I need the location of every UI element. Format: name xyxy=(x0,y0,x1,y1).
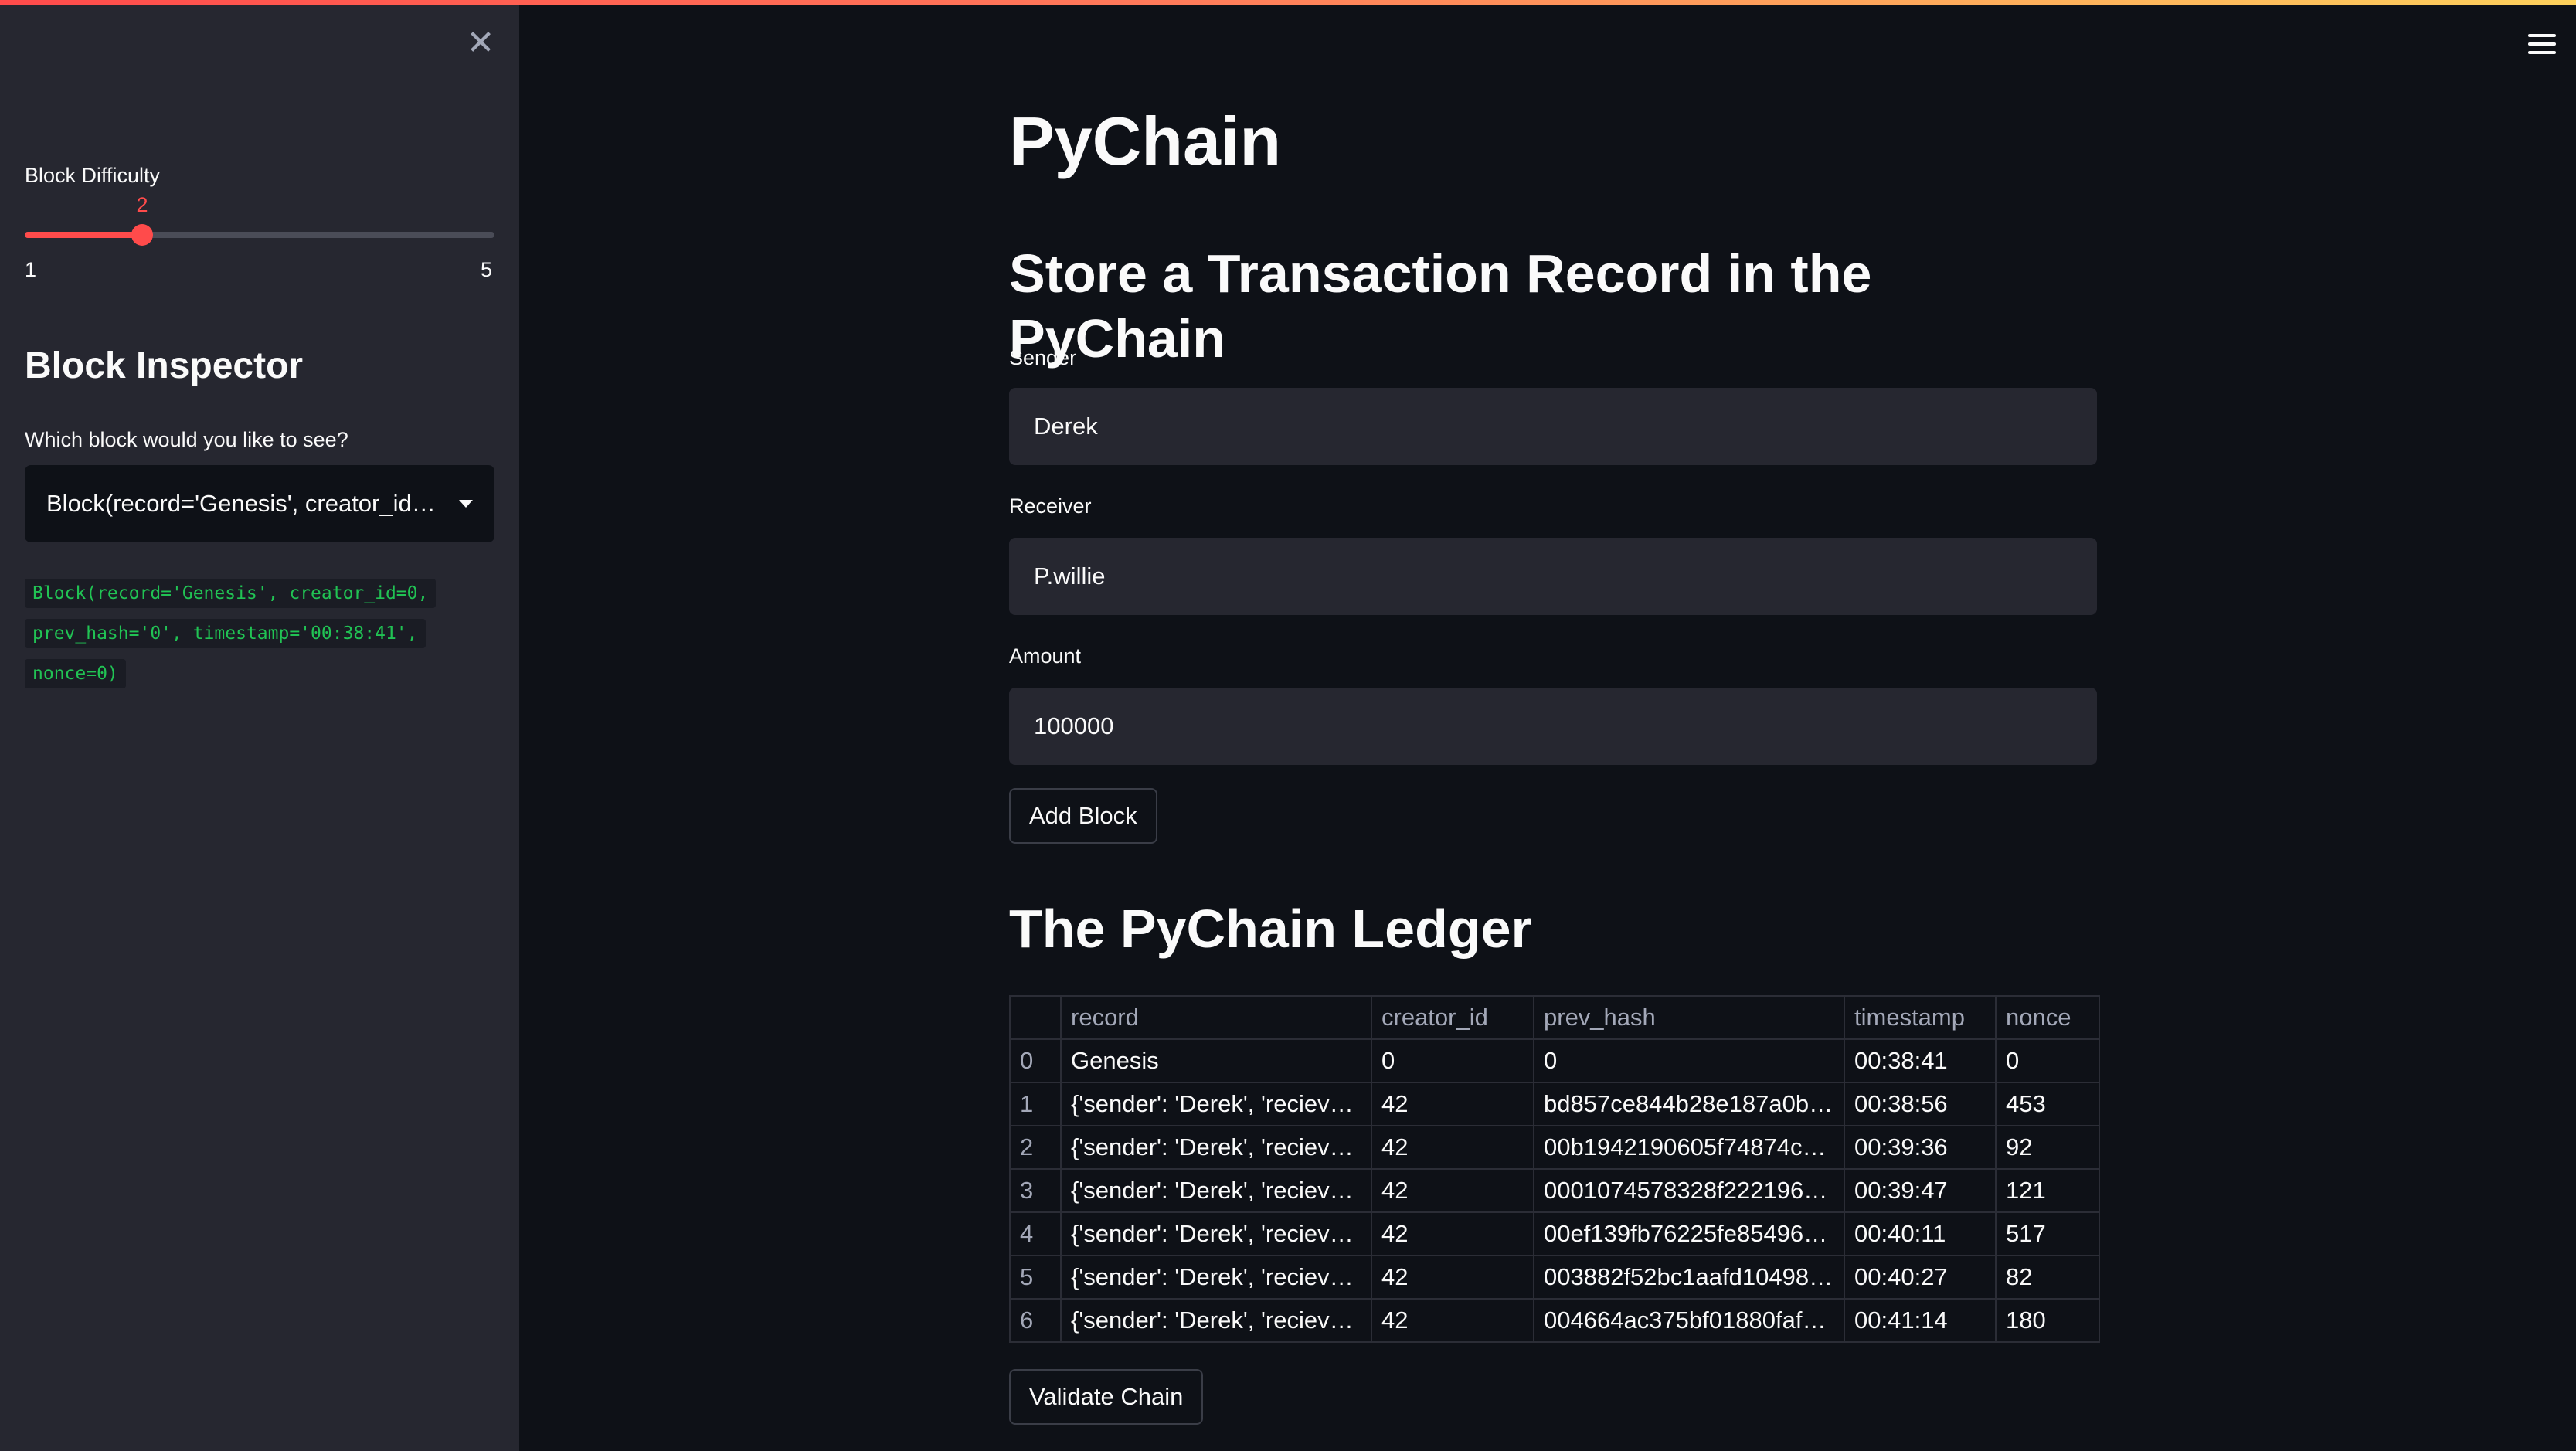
table-cell: 0001074578328f2221968f… xyxy=(1533,1168,1845,1213)
table-cell: 92 xyxy=(1995,1125,2100,1170)
table-cell: 4 xyxy=(1009,1211,1062,1256)
sidebar: ✕ Block Difficulty 2 1 5 Block Inspector… xyxy=(0,5,519,1451)
table-cell: 0 xyxy=(1995,1038,2100,1083)
table-cell: 00:38:41 xyxy=(1844,1038,1997,1083)
table-cell: 00:41:14 xyxy=(1844,1298,1997,1343)
table-cell: 0 xyxy=(1371,1038,1534,1083)
table-cell: 00:38:56 xyxy=(1844,1082,1997,1126)
table-cell: 42 xyxy=(1371,1211,1534,1256)
table-cell: 0 xyxy=(1009,1038,1062,1083)
table-cell: 0 xyxy=(1533,1038,1845,1083)
table-row: 5 {'sender': 'Derek', 'recieve… 42 003882f5… xyxy=(1009,1255,2100,1300)
table-cell: 00:39:36 xyxy=(1844,1125,1997,1170)
table-cell: 453 xyxy=(1995,1082,2100,1126)
table-cell: 1 xyxy=(1009,1082,1062,1126)
sender-input[interactable] xyxy=(1009,388,2097,465)
amount-input[interactable] xyxy=(1009,688,2097,765)
table-cell: 42 xyxy=(1371,1082,1534,1126)
receiver-label: Receiver xyxy=(1009,494,1092,518)
add-block-button[interactable]: Add Block xyxy=(1009,788,1157,844)
column-header-nonce[interactable]: nonce xyxy=(1995,995,2100,1040)
table-header-row: record creator_id prev_hash timestamp nonce xyxy=(1009,995,2100,1040)
table-cell: 180 xyxy=(1995,1298,2100,1343)
difficulty-min: 1 xyxy=(25,258,37,281)
receiver-input[interactable] xyxy=(1009,538,2097,615)
column-header-creator_id[interactable]: creator_id xyxy=(1371,995,1534,1040)
table-cell: {'sender': 'Derek', 'recieve… xyxy=(1060,1298,1372,1343)
close-icon[interactable]: ✕ xyxy=(460,23,501,63)
table-cell: 004664ac375bf01880faf9… xyxy=(1533,1298,1845,1343)
table-row: 0 Genesis 0 0 00:38:41 0 xyxy=(1009,1038,2100,1083)
table-cell: 00b1942190605f74874ccb… xyxy=(1533,1125,1845,1170)
code-line: Block(record='Genesis', creator_id=0, xyxy=(25,579,437,608)
table-cell: 00ef139fb76225fe854960… xyxy=(1533,1211,1845,1256)
column-header-timestamp[interactable]: timestamp xyxy=(1844,995,1997,1040)
ledger-table: record creator_id prev_hash timestamp nonce … xyxy=(1009,995,2100,1343)
table-cell: 5 xyxy=(1009,1255,1062,1300)
table-row: 4 {'sender': 'Derek', 'recieve… 42 00ef139f… xyxy=(1009,1211,2100,1256)
chevron-down-icon xyxy=(459,500,473,508)
hamburger-menu-icon[interactable] xyxy=(2528,34,2556,57)
table-cell: Genesis xyxy=(1060,1038,1372,1083)
difficulty-label: Block Difficulty xyxy=(25,164,161,187)
table-cell: bd857ce844b28e187a0b2… xyxy=(1533,1082,1845,1126)
code-line: nonce=0) xyxy=(25,659,126,688)
page-title: PyChain xyxy=(1009,103,1282,179)
table-cell: 2 xyxy=(1009,1125,1062,1170)
slider-fill xyxy=(25,232,142,238)
table-cell: 00:40:11 xyxy=(1844,1211,1997,1256)
sender-label: Sender xyxy=(1009,346,1077,369)
table-cell: 121 xyxy=(1995,1168,2100,1213)
difficulty-slider[interactable] xyxy=(25,224,494,246)
select-label: Which block would you like to see? xyxy=(25,428,348,451)
table-row: 1 {'sender': 'Derek', 'recieve… 42 bd857ce8… xyxy=(1009,1082,2100,1126)
table-cell: {'sender': 'Derek', 'recieve… xyxy=(1060,1082,1372,1126)
column-header-record[interactable]: record xyxy=(1060,995,1372,1040)
column-header-index[interactable] xyxy=(1009,995,1062,1040)
table-cell: 3 xyxy=(1009,1168,1062,1213)
table-cell: 42 xyxy=(1371,1298,1534,1343)
table-cell: 42 xyxy=(1371,1125,1534,1170)
form-title: Store a Transaction Record in the PyChai… xyxy=(1009,243,1872,369)
amount-label: Amount xyxy=(1009,644,1082,668)
table-cell: {'sender': 'Derek', 'recieve… xyxy=(1060,1211,1372,1256)
table-cell: {'sender': 'Derek', 'recieve… xyxy=(1060,1168,1372,1213)
table-row: 6 {'sender': 'Derek', 'recieve… 42 004664ac… xyxy=(1009,1298,2100,1343)
table-cell: 00:39:47 xyxy=(1844,1168,1997,1213)
table-row: 3 {'sender': 'Derek', 'recieve… 42 00010745… xyxy=(1009,1168,2100,1213)
table-cell: 003882f52bc1aafd104985… xyxy=(1533,1255,1845,1300)
table-cell: 6 xyxy=(1009,1298,1062,1343)
ledger-title: The PyChain Ledger xyxy=(1009,899,1532,959)
code-line: prev_hash='0', timestamp='00:38:41', xyxy=(25,619,426,648)
table-cell: 517 xyxy=(1995,1211,2100,1256)
block-code-output: Block(record='Genesis', creator_id=0, pr… xyxy=(25,573,457,694)
block-select[interactable]: Block(record='Genesis', creator_id=0, pr… xyxy=(25,465,494,542)
column-header-prev_hash[interactable]: prev_hash xyxy=(1533,995,1845,1040)
table-cell: 42 xyxy=(1371,1255,1534,1300)
difficulty-max: 5 xyxy=(481,258,493,281)
slider-thumb[interactable] xyxy=(131,224,153,246)
table-row: 2 {'sender': 'Derek', 'recieve… 42 00b19421… xyxy=(1009,1125,2100,1170)
table-cell: 42 xyxy=(1371,1168,1534,1213)
inspector-title: Block Inspector xyxy=(25,345,304,386)
difficulty-value: 2 xyxy=(136,193,148,216)
table-cell: {'sender': 'Derek', 'recieve… xyxy=(1060,1255,1372,1300)
table-cell: {'sender': 'Derek', 'recieve… xyxy=(1060,1125,1372,1170)
block-select-value: Block(record='Genesis', creator_id=0, pr… xyxy=(46,490,443,517)
ledger-body: 0 Genesis 0 0 00:38:41 0 1 {'sender': 'Derek', … xyxy=(1009,1038,2100,1343)
validate-chain-button[interactable]: Validate Chain xyxy=(1009,1369,1204,1425)
table-cell: 00:40:27 xyxy=(1844,1255,1997,1300)
table-cell: 82 xyxy=(1995,1255,2100,1300)
